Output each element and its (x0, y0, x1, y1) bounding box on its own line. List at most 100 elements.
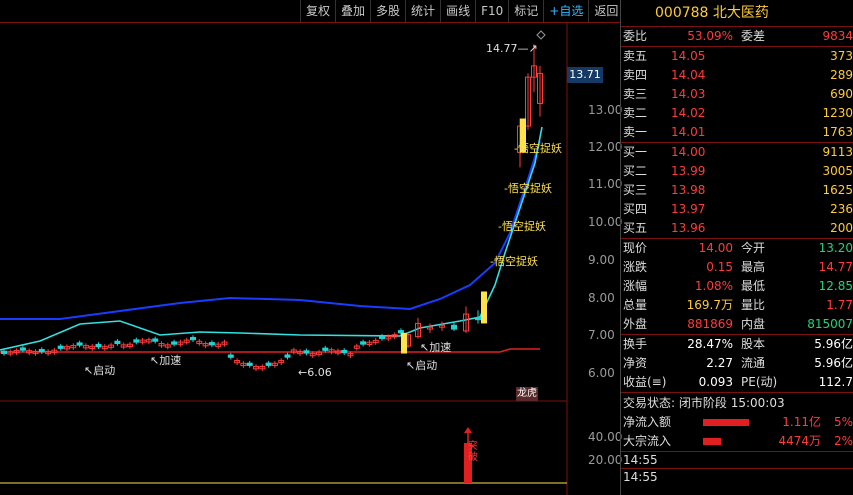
candle-body (341, 349, 348, 354)
stat-value: 169.7万 (686, 298, 733, 312)
order-volume: 373 (830, 49, 853, 63)
order-volume: 236 (830, 202, 853, 216)
draw-line-button[interactable]: 画线 (440, 0, 475, 22)
multi-stock-button[interactable]: 多股 (370, 0, 405, 22)
fundamental-value: 5.96亿 (814, 356, 853, 370)
flow-bar (703, 438, 721, 445)
price-tick: 7.00 (588, 328, 615, 342)
marker-diamond-icon (536, 30, 546, 40)
order-level-label: 买一 (623, 145, 648, 159)
order-book-row[interactable]: 卖一 14.01 1763 (621, 123, 853, 142)
add-watchlist-button[interactable]: +自选 (543, 0, 588, 22)
price-tick: 8.00 (588, 291, 615, 305)
order-price: 13.97 (671, 202, 706, 216)
order-price: 13.98 (671, 183, 706, 197)
breakout-annotation: 突破 (468, 441, 478, 463)
kline-chart[interactable]: 13.00 12.00 11.00 10.00 9.00 8.00 7.00 6… (0, 23, 623, 495)
stat-row: 现价 14.00 今开 13.20 (621, 239, 853, 258)
candle-body (171, 341, 178, 345)
price-tick: 10.00 (588, 215, 623, 229)
accelerate-annotation: ↖加速 (150, 354, 182, 367)
money-flow: 净流入额 1.11亿 5% 大宗流入 4474万 2% (621, 413, 853, 451)
candle-body (133, 339, 140, 343)
stat-value: 815007 (807, 317, 853, 331)
candle-body (190, 336, 196, 341)
fundamental-value: 28.47% (687, 337, 733, 351)
price-stats: 现价 14.00 今开 13.20 涨跌 0.15 最高 14.77 涨幅 1.08% 最低 12.8… (621, 239, 853, 334)
overlay-button[interactable]: 叠加 (335, 0, 370, 22)
fuquan-button[interactable]: 复权 (300, 0, 335, 22)
volume-tick: 20.00 (588, 453, 623, 467)
order-volume: 690 (830, 87, 853, 101)
price-tick: 13.00 (588, 103, 623, 117)
candle-body (265, 362, 272, 366)
stat-row: 总量 169.7万 量比 1.77 (621, 296, 853, 315)
candle-body (38, 349, 45, 353)
stock-name: 北大医药 (712, 5, 769, 21)
candle-body (76, 342, 83, 346)
signal-annotation: -悟空捉妖 (490, 255, 538, 268)
order-price: 14.04 (671, 68, 706, 82)
order-book-row[interactable]: 买三 13.98 1625 (621, 181, 853, 200)
support-line (0, 348, 540, 353)
fundamental-row: 换手 28.47% 股本 5.96亿 (621, 335, 853, 354)
price-tick: 9.00 (588, 253, 615, 267)
order-volume: 200 (830, 221, 853, 235)
back-button[interactable]: 返回 (588, 0, 623, 22)
chart-toolbar: 复权 叠加 多股 统计 画线 F10 标记 +自选 返回 (300, 0, 620, 22)
order-price: 14.03 (671, 87, 706, 101)
order-book-row[interactable]: 卖四 14.04 289 (621, 66, 853, 85)
stat-value: 881869 (687, 317, 733, 331)
candle-body (397, 330, 404, 334)
order-price: 14.01 (671, 125, 706, 139)
candle-body (303, 350, 310, 354)
low-price-label: ←6.06 (298, 366, 332, 379)
order-level-label: 卖三 (623, 87, 648, 101)
quote-panel: 000788 北大医药 委比 53.09% 委差 9834 卖五 14.05 373… (620, 0, 853, 495)
flow-percent: 2% (833, 434, 853, 448)
statistics-button[interactable]: 统计 (405, 0, 440, 22)
order-book-row[interactable]: 买五 13.96 200 (621, 219, 853, 238)
ma-blue-line (0, 140, 541, 320)
order-level-label: 买三 (623, 183, 648, 197)
order-book-row[interactable]: 卖三 14.03 690 (621, 85, 853, 104)
order-volume: 1625 (822, 183, 853, 197)
order-level-label: 买五 (623, 221, 648, 235)
order-book-row[interactable]: 买一 14.00 9113 (621, 143, 853, 162)
order-level-label: 卖四 (623, 68, 648, 82)
candle-body (208, 342, 215, 346)
candle-body (246, 362, 253, 366)
signal-annotation: -悟空捉妖 (514, 142, 562, 155)
order-volume: 289 (830, 68, 853, 82)
order-book-row[interactable]: 买二 13.99 3005 (621, 162, 853, 181)
order-book-row[interactable]: 卖五 14.05 373 (621, 47, 853, 66)
order-book-row[interactable]: 卖二 14.02 1230 (621, 104, 853, 123)
stock-code: 000788 (655, 5, 709, 21)
stat-value: 0.15 (706, 260, 733, 274)
current-price-tag: 13.71 (567, 67, 603, 83)
tick-time: 14:55 (623, 470, 658, 484)
order-price: 14.02 (671, 106, 706, 120)
candle-body (95, 343, 102, 348)
buy-order-book: 买一 14.00 9113 买二 13.99 3005 买三 13.98 1625 买四 13.97… (621, 143, 853, 238)
order-book-row[interactable]: 买四 13.97 236 (621, 200, 853, 219)
flow-percent: 5% (833, 415, 853, 429)
order-volume: 1230 (822, 106, 853, 120)
sell-order-book: 卖五 14.05 373 卖四 14.04 289 卖三 14.03 690 卖二 14.02 123… (621, 47, 853, 142)
start-annotation: ↖启动 (84, 364, 116, 377)
order-level-label: 买二 (623, 164, 648, 178)
accelerate-annotation: ↖加速 (420, 341, 452, 354)
candle-body (284, 354, 291, 358)
candle-body (451, 324, 457, 330)
lhb-badge[interactable]: 龙虎 (516, 387, 538, 401)
signal-annotation: -悟空捉妖 (504, 182, 552, 195)
stat-row: 外盘 881869 内盘 815007 (621, 315, 853, 334)
candle-body (152, 338, 159, 342)
mark-button[interactable]: 标记 (508, 0, 543, 22)
f10-button[interactable]: F10 (475, 0, 508, 22)
order-price: 13.96 (671, 221, 706, 235)
stat-value: 14.00 (698, 241, 733, 255)
candle-body (322, 347, 329, 351)
candle-body (475, 317, 481, 321)
wei-cha-value: 9834 (822, 29, 853, 43)
